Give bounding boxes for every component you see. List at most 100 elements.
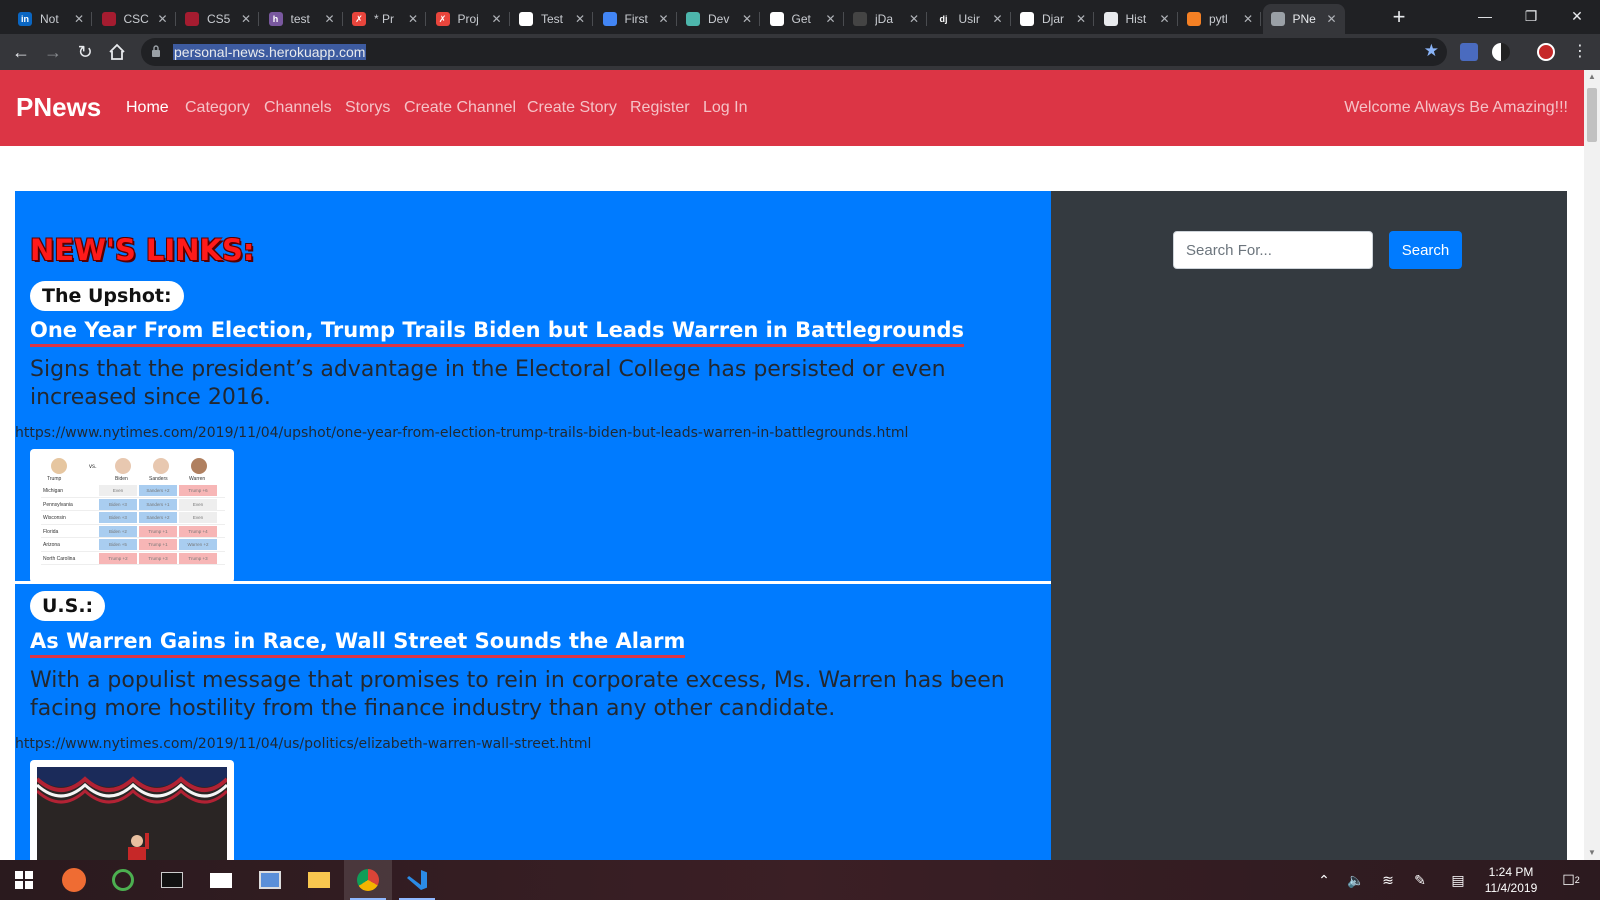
browser-tab[interactable]: CSC ✕ bbox=[94, 4, 176, 34]
notification-center-icon[interactable]: ☐ 2 bbox=[1556, 860, 1586, 900]
tab-close-icon[interactable]: ✕ bbox=[1074, 12, 1088, 26]
article-title-link[interactable]: As Warren Gains in Race, Wall Street Sou… bbox=[30, 627, 686, 658]
tab-close-icon[interactable]: ✕ bbox=[1325, 12, 1339, 26]
minimize-button[interactable]: — bbox=[1462, 0, 1508, 32]
tab-title: Not bbox=[40, 12, 59, 26]
browser-tab[interactable]: Hist ✕ bbox=[1096, 4, 1178, 34]
nav-storys[interactable]: Storys bbox=[345, 99, 390, 117]
nav-create-story[interactable]: Create Story bbox=[527, 99, 617, 117]
terminal-icon[interactable] bbox=[148, 860, 196, 900]
poll-state: Pennsylvania bbox=[43, 501, 73, 508]
article-url[interactable]: https://www.nytimes.com/2019/11/04/upsho… bbox=[15, 425, 908, 441]
dark-mode-extension-icon[interactable] bbox=[1492, 43, 1510, 61]
tab-close-icon[interactable]: ✕ bbox=[490, 12, 504, 26]
tab-close-icon[interactable]: ✕ bbox=[1241, 12, 1255, 26]
article-url[interactable]: https://www.nytimes.com/2019/11/04/us/po… bbox=[15, 736, 591, 752]
taskbar-clock[interactable]: 1:24 PM 11/4/2019 bbox=[1476, 864, 1546, 896]
browser-tab[interactable]: pytl ✕ bbox=[1179, 4, 1261, 34]
windows-start-icon[interactable] bbox=[0, 860, 48, 900]
browser-tab[interactable]: jDa ✕ bbox=[845, 4, 927, 34]
close-window-button[interactable]: ✕ bbox=[1554, 0, 1600, 32]
keyboard-icon[interactable]: ▤ bbox=[1446, 860, 1470, 900]
scrollbar-thumb[interactable] bbox=[1587, 88, 1597, 142]
scroll-up-arrow-icon[interactable]: ▲ bbox=[1584, 70, 1600, 84]
tab-close-icon[interactable]: ✕ bbox=[323, 12, 337, 26]
profile-avatar-icon[interactable] bbox=[1537, 43, 1555, 61]
tab-close-icon[interactable]: ✕ bbox=[406, 12, 420, 26]
atom-editor-icon[interactable] bbox=[99, 860, 147, 900]
browser-tab[interactable]: Djar ✕ bbox=[1012, 4, 1094, 34]
mail-icon[interactable] bbox=[197, 860, 245, 900]
article-thumbnail[interactable] bbox=[30, 760, 234, 860]
tab-close-icon[interactable]: ✕ bbox=[1158, 12, 1172, 26]
search-input[interactable] bbox=[1173, 231, 1373, 269]
volume-icon[interactable]: 🔈 bbox=[1344, 860, 1368, 900]
back-arrow-icon[interactable]: ← bbox=[10, 41, 32, 63]
tab-title: Dev bbox=[708, 12, 730, 26]
kebab-menu-icon[interactable]: ⋮ bbox=[1569, 41, 1591, 63]
poll-cell: Even bbox=[179, 498, 217, 510]
browser-tab[interactable]: in Not ✕ bbox=[10, 4, 92, 34]
tab-close-icon[interactable]: ✕ bbox=[824, 12, 838, 26]
file-explorer-icon[interactable] bbox=[295, 860, 343, 900]
article-thumbnail[interactable]: Trump vs. Biden Sanders Warren Michigan E… bbox=[30, 449, 234, 583]
tab-close-icon[interactable]: ✕ bbox=[239, 12, 253, 26]
browser-tab[interactable]: Get ✕ bbox=[762, 4, 844, 34]
vscode-taskbar-icon[interactable] bbox=[393, 860, 441, 900]
poll-cell: Trump +4 bbox=[179, 525, 217, 537]
article-title-link[interactable]: One Year From Election, Trump Trails Bid… bbox=[30, 316, 965, 347]
reload-icon[interactable]: ↻ bbox=[74, 41, 96, 63]
poll-row: Florida Biden +2 Trump +1 Trump +4 bbox=[41, 525, 225, 538]
browser-tab[interactable]: ✗ Proj ✕ bbox=[428, 4, 510, 34]
tab-close-icon[interactable]: ✕ bbox=[573, 12, 587, 26]
new-tab-button[interactable]: + bbox=[1386, 5, 1412, 31]
restore-button[interactable]: ❐ bbox=[1508, 0, 1554, 32]
tab-close-icon[interactable]: ✕ bbox=[991, 12, 1005, 26]
browser-tab[interactable]: dj Usir ✕ bbox=[929, 4, 1011, 34]
poll-cell: Even bbox=[179, 512, 217, 523]
remote-desktop-icon[interactable] bbox=[246, 860, 294, 900]
search-button[interactable]: Search bbox=[1389, 231, 1462, 269]
nav-category[interactable]: Category bbox=[185, 99, 250, 117]
news-links-panel: NEW'S LINKS: The Upshot: One Year From E… bbox=[15, 191, 1051, 860]
tab-title: PNe bbox=[1292, 12, 1316, 26]
postman-icon bbox=[769, 12, 784, 26]
browser-tab[interactable]: Test ✕ bbox=[511, 4, 593, 34]
network-icon[interactable]: ≋ bbox=[1376, 860, 1400, 900]
address-bar[interactable]: personal-news.herokuapp.com ★ bbox=[141, 38, 1447, 66]
tab-close-icon[interactable]: ✕ bbox=[907, 12, 921, 26]
clock-date: 11/4/2019 bbox=[1484, 881, 1538, 895]
tab-close-icon[interactable]: ✕ bbox=[156, 12, 170, 26]
nav-channels[interactable]: Channels bbox=[264, 99, 332, 117]
forward-arrow-icon[interactable]: → bbox=[42, 41, 64, 63]
browser-tab[interactable]: Dev ✕ bbox=[678, 4, 760, 34]
bookmark-star-icon[interactable]: ★ bbox=[1424, 41, 1439, 61]
poll-state: Florida bbox=[43, 528, 59, 535]
brand-logo[interactable]: PNews bbox=[16, 92, 101, 123]
home-icon[interactable] bbox=[106, 41, 128, 63]
pen-ink-icon[interactable]: ✎ bbox=[1408, 860, 1432, 900]
browser-tab[interactable]: ✗ * Pr ✕ bbox=[344, 4, 426, 34]
nav-home[interactable]: Home bbox=[126, 99, 169, 117]
tab-close-icon[interactable]: ✕ bbox=[72, 12, 86, 26]
tray-chevron-up-icon[interactable]: ⌃ bbox=[1312, 860, 1336, 900]
page-scrollbar[interactable]: ▲ ▼ bbox=[1584, 70, 1600, 860]
tab-close-icon[interactable]: ✕ bbox=[657, 12, 671, 26]
url-text[interactable]: personal-news.herokuapp.com bbox=[173, 44, 367, 60]
nav-create-channel[interactable]: Create Channel bbox=[404, 99, 516, 117]
browser-tab[interactable]: PNe ✕ bbox=[1262, 4, 1345, 34]
poll-row: Pennsylvania Biden +3 Sanders +1 Even bbox=[41, 498, 225, 511]
browser-tab[interactable]: h test ✕ bbox=[261, 4, 343, 34]
postman-taskbar-icon[interactable] bbox=[50, 860, 98, 900]
category-badge[interactable]: The Upshot: bbox=[30, 281, 184, 311]
browser-tab[interactable]: First ✕ bbox=[595, 4, 677, 34]
chrome-taskbar-icon[interactable] bbox=[344, 860, 392, 900]
poll-state: Arizona bbox=[43, 542, 60, 548]
tab-close-icon[interactable]: ✕ bbox=[740, 12, 754, 26]
translate-extension-icon[interactable] bbox=[1460, 43, 1478, 61]
browser-tab[interactable]: CS5 ✕ bbox=[177, 4, 259, 34]
scroll-down-arrow-icon[interactable]: ▼ bbox=[1584, 846, 1600, 860]
category-badge[interactable]: U.S.: bbox=[30, 591, 106, 621]
nav-login[interactable]: Log In bbox=[703, 99, 747, 117]
nav-register[interactable]: Register bbox=[630, 99, 690, 117]
